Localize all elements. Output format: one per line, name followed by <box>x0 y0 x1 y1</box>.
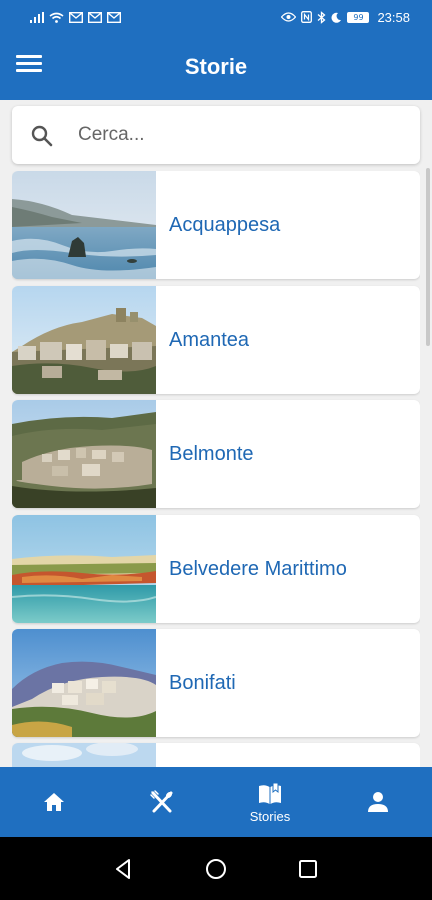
list-item[interactable]: Acquappesa <box>12 171 420 279</box>
book-icon <box>259 782 281 804</box>
story-list[interactable]: Acquappesa Amantea Belmonte Belvedere Ma… <box>12 171 420 767</box>
nav-home[interactable] <box>0 767 108 837</box>
app-bar: Storie <box>0 34 432 100</box>
story-thumbnail <box>12 400 156 508</box>
story-thumbnail <box>12 629 156 737</box>
list-item[interactable]: Belmonte <box>12 400 420 508</box>
eye-icon <box>281 12 297 22</box>
menu-button[interactable] <box>16 55 42 77</box>
list-item[interactable]: Bonifati <box>12 629 420 737</box>
mail-icon <box>107 11 121 23</box>
nav-restaurants[interactable] <box>108 767 216 837</box>
search-bar[interactable] <box>12 106 420 164</box>
search-icon <box>31 125 53 147</box>
hamburger-icon-line <box>16 55 42 58</box>
nav-profile[interactable] <box>324 767 432 837</box>
search-input[interactable] <box>78 120 398 150</box>
list-item[interactable]: Belvedere Marittimo <box>12 515 420 623</box>
bottom-nav: Stories <box>0 767 432 837</box>
story-name: Bonifati <box>169 671 236 694</box>
status-bar: 99 23:58 <box>0 0 432 34</box>
hamburger-icon-line <box>16 69 42 72</box>
story-name: Acquappesa <box>169 213 281 236</box>
mail-icon <box>69 11 83 23</box>
status-left <box>30 11 121 23</box>
hill-town-image <box>12 400 156 508</box>
coast-image <box>12 171 156 279</box>
town-image <box>12 286 156 394</box>
system-nav-bar <box>0 837 432 900</box>
story-name: Amantea <box>169 328 250 351</box>
story-thumbnail <box>12 171 156 279</box>
bluetooth-icon <box>318 10 326 24</box>
status-right: 99 23:58 <box>281 10 410 25</box>
home-circle-icon[interactable] <box>201 854 231 884</box>
recents-icon[interactable] <box>293 854 323 884</box>
sky-image <box>12 743 156 767</box>
mail-icon <box>88 11 102 23</box>
list-item[interactable]: Amantea <box>12 286 420 394</box>
moon-icon <box>331 12 342 23</box>
home-icon <box>44 793 64 811</box>
story-name: Belvedere Marittimo <box>169 557 347 580</box>
back-icon[interactable] <box>109 854 139 884</box>
nfc-icon <box>301 11 313 23</box>
seaside-image <box>12 515 156 623</box>
cutlery-icon <box>150 790 173 813</box>
battery-icon: 99 <box>347 11 370 23</box>
user-icon <box>368 792 388 812</box>
nav-stories[interactable]: Stories <box>216 767 324 837</box>
story-thumbnail <box>12 515 156 623</box>
story-thumbnail <box>12 743 156 767</box>
story-thumbnail <box>12 286 156 394</box>
hamburger-icon-line <box>16 62 42 65</box>
list-item[interactable] <box>12 743 420 767</box>
story-name: Belmonte <box>169 442 254 465</box>
wifi-icon <box>49 12 64 23</box>
nav-stories-label: Stories <box>249 809 291 824</box>
page-title: Storie <box>184 54 248 79</box>
status-time: 23:58 <box>377 9 410 25</box>
signal-icon <box>30 11 44 23</box>
mountain-village-image <box>12 629 156 737</box>
scrollbar[interactable] <box>426 168 430 346</box>
